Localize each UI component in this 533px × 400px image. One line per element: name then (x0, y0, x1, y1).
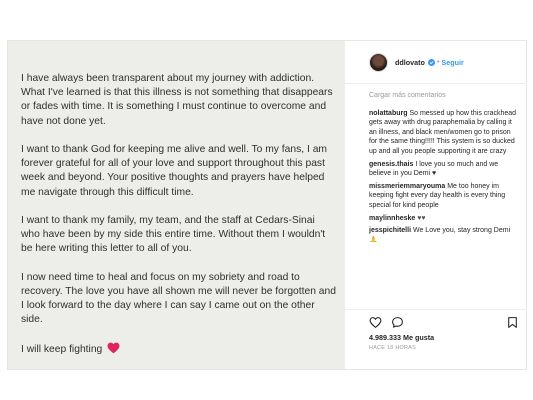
comment-username[interactable]: genesis.thais (369, 161, 413, 168)
post-sidebar: ddlovato • Seguir Cargar más comentarios… (344, 41, 527, 369)
avatar[interactable] (369, 52, 388, 72)
letter-paragraph: I want to thank God for keeping me alive… (21, 144, 328, 198)
verified-badge-icon (427, 58, 435, 66)
letter-closing: I will keep fighting (21, 342, 336, 357)
letter-paragraph: I have always been transparent about my … (21, 73, 333, 127)
comment-username[interactable]: jesspichitelli (369, 227, 411, 234)
follow-button[interactable]: Seguir (441, 58, 463, 67)
comment-item: nolattaburg So messed up how this crackh… (369, 109, 519, 157)
comment-item: maylinnheske ♥♥ (369, 214, 519, 224)
heart-outline-icon[interactable] (369, 316, 382, 329)
post-header: ddlovato • Seguir (345, 41, 527, 84)
comment-username[interactable]: missmeriemmaryouma (369, 183, 445, 190)
username-link[interactable]: ddlovato (395, 58, 425, 67)
comments-list: Cargar más comentarios nolattaburg So me… (345, 84, 527, 242)
comment-item: missmeriemmaryouma Me too honey im keepi… (369, 182, 519, 211)
letter-paragraph: I want to thank my family, my team, and … (21, 215, 326, 255)
post-timestamp: HACE 18 HORAS (369, 345, 417, 351)
section-divider (345, 309, 527, 310)
comment-username[interactable]: maylinnheske (369, 215, 415, 222)
post-actions (369, 315, 519, 329)
letter-paragraph: I now need time to heal and focus on my … (21, 271, 336, 326)
instagram-post: I have always been transparent about my … (7, 40, 527, 370)
comment-item: genesis.thais I love you so much and we … (369, 160, 519, 179)
bookmark-icon[interactable] (506, 316, 519, 329)
likes-count[interactable]: 4.989.333 Me gusta (369, 333, 434, 342)
screenshot-frame: I have always been transparent about my … (0, 0, 533, 400)
comment-text: ♥♥ (417, 214, 426, 222)
comment-bubble-icon[interactable] (391, 316, 404, 329)
comment-username[interactable]: nolattaburg (369, 110, 408, 117)
comment-item: jesspichitelli We Love you, stay strong … (369, 226, 519, 242)
red-heart-icon (107, 342, 120, 354)
load-more-comments-link[interactable]: Cargar más comentarios (369, 91, 519, 101)
letter-image: I have always been transparent about my … (8, 41, 344, 369)
separator-dot: • (436, 58, 440, 66)
letter-closing-text: I will keep fighting (21, 343, 103, 355)
